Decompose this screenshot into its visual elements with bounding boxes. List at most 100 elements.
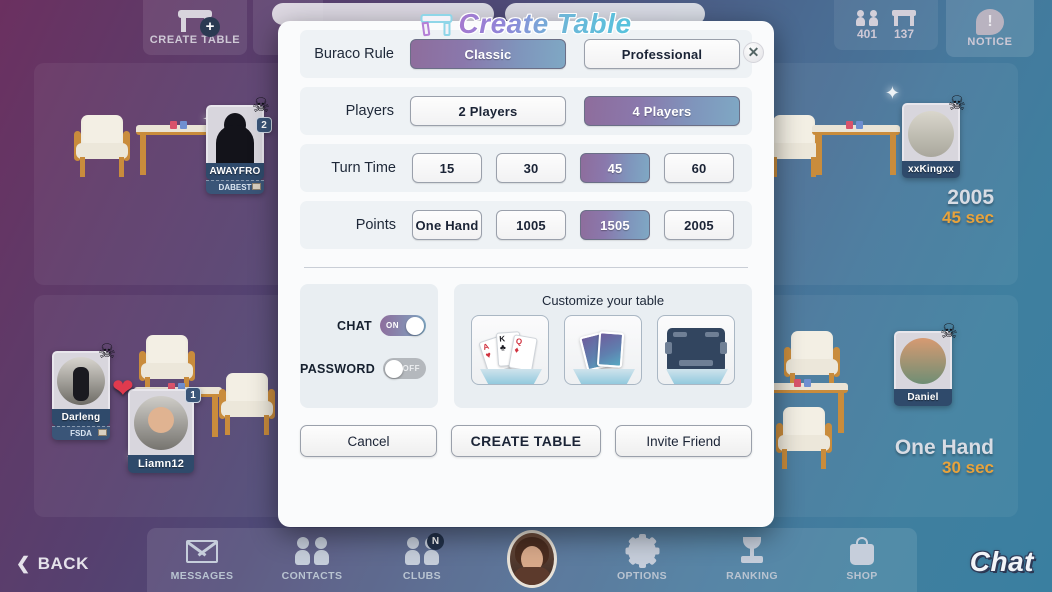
nav-tray: MESSAGES CONTACTS N CLUBS OPTIONS RANKIN… <box>147 528 917 592</box>
password-toggle[interactable]: OFF <box>383 358 426 379</box>
table-info: One Hand 30 sec <box>894 436 994 478</box>
chat-toggle[interactable]: ON <box>380 315 426 336</box>
player-card[interactable]: Liamn12 ❤ 1 <box>112 375 201 473</box>
card-faces-preview[interactable]: A ♥ K ♣ Q ♦ <box>471 315 549 398</box>
points-2005-button[interactable]: 2005 <box>664 210 734 240</box>
password-toggle-label: PASSWORD <box>300 361 376 376</box>
points-1505-button[interactable]: 1505 <box>580 210 650 240</box>
chat-button[interactable]: Chat <box>970 546 1034 578</box>
seat-count-badge: 1 <box>185 387 201 403</box>
chat-toggle-state: ON <box>386 321 399 330</box>
toggle-knob <box>406 316 424 335</box>
player-card[interactable]: Darleng FSDA ☠ <box>52 341 116 440</box>
clubs-new-badge: N <box>427 533 444 550</box>
players-4-button[interactable]: 4 Players <box>584 96 740 126</box>
option-label: Buraco Rule <box>314 46 394 62</box>
turn-time-45-button[interactable]: 45 <box>580 153 650 183</box>
table-icon <box>420 12 453 37</box>
option-label: Turn Time <box>331 160 396 176</box>
close-icon[interactable]: ✕ <box>743 42 764 63</box>
section-divider <box>304 267 748 268</box>
player-name: AWAYFRO <box>206 163 264 180</box>
chair <box>219 373 275 435</box>
chevron-left-icon: ❮ <box>16 554 31 573</box>
player-card[interactable]: AWAYFRO DABEST ☠ 2 <box>206 95 272 194</box>
toggle-panel: CHAT ON PASSWORD OFF <box>300 284 438 408</box>
notice-label: NOTICE <box>967 36 1013 48</box>
table-info: 2005 45 sec <box>942 186 994 228</box>
password-toggle-row: PASSWORD OFF <box>300 358 426 379</box>
avatar-icon <box>507 530 557 588</box>
heart-icon: ❤ <box>112 373 134 403</box>
shopping-bag-icon <box>850 537 874 565</box>
back-button[interactable]: ❮ BACK <box>16 554 89 574</box>
nav-item-ranking[interactable]: RANKING <box>704 536 800 582</box>
turn-time-15-button[interactable]: 15 <box>412 153 482 183</box>
club-name: DABEST <box>218 183 252 192</box>
table-points: One Hand <box>894 436 994 459</box>
tables-open-count: 137 <box>893 26 915 41</box>
table-icon <box>892 9 916 26</box>
toggle-knob <box>385 359 404 378</box>
player-club: FSDA <box>52 426 110 440</box>
nav-label: CLUBS <box>402 570 442 582</box>
nav-item-messages[interactable]: MESSAGES <box>154 536 250 582</box>
buraco-rule-classic-button[interactable]: Classic <box>410 39 566 69</box>
card-backs-preview[interactable] <box>564 315 642 398</box>
player-name: Darleng <box>52 409 110 426</box>
nav-item-contacts[interactable]: CONTACTS <box>264 536 360 582</box>
players-2-button[interactable]: 2 Players <box>410 96 566 126</box>
notice-bubble-icon: ! <box>976 9 1004 35</box>
player-card[interactable]: Daniel ☠ <box>894 321 958 406</box>
nav-item-options[interactable]: OPTIONS <box>594 534 690 582</box>
table-design-preview[interactable] <box>657 315 735 398</box>
player-card[interactable]: xxKingxx ☠ <box>902 93 966 178</box>
table-points: 2005 <box>947 186 994 209</box>
nav-item-shop[interactable]: SHOP <box>814 536 910 582</box>
skull-icon: ☠ <box>948 93 966 115</box>
table-time: 30 sec <box>942 458 994 478</box>
playing-card: Q ♦ <box>508 334 538 372</box>
cancel-button[interactable]: Cancel <box>300 425 437 457</box>
option-row-points: Points One Hand 1005 1505 2005 <box>300 201 752 249</box>
invite-friend-button[interactable]: Invite Friend <box>615 425 752 457</box>
nav-item-profile[interactable] <box>484 530 580 588</box>
create-table-button[interactable]: + CREATE TABLE <box>143 0 247 55</box>
points-1005-button[interactable]: 1005 <box>496 210 566 240</box>
lobby-stats: 401 137 <box>834 0 938 50</box>
nav-label: SHOP <box>846 570 878 582</box>
dialog-title: Create Table <box>420 8 631 40</box>
dialog-title-text: Create Table <box>458 8 632 39</box>
card-suit: ♥ <box>484 349 493 361</box>
game-table <box>812 115 900 177</box>
trophy-icon <box>739 537 765 565</box>
notice-button[interactable]: ! NOTICE <box>946 0 1034 57</box>
skull-icon: ☠ <box>252 95 270 117</box>
nav-label: CONTACTS <box>281 570 343 582</box>
envelope-icon <box>186 539 218 563</box>
turn-time-30-button[interactable]: 30 <box>496 153 566 183</box>
seat-count-badge: 2 <box>256 117 272 133</box>
option-label: Points <box>355 217 396 233</box>
turn-time-60-button[interactable]: 60 <box>664 153 734 183</box>
settings-section: CHAT ON PASSWORD OFF Customize your tabl… <box>300 284 752 408</box>
customize-title: Customize your table <box>541 293 665 308</box>
points-one-hand-button[interactable]: One Hand <box>412 210 482 240</box>
card-back <box>596 331 625 368</box>
player-name: Daniel <box>894 389 952 406</box>
player-club: DABEST <box>206 180 264 194</box>
create-table-button[interactable]: CREATE TABLE <box>451 425 601 457</box>
buraco-rule-professional-button[interactable]: Professional <box>584 39 740 69</box>
club-flag-icon <box>252 183 261 190</box>
table-time: 45 sec <box>942 208 994 228</box>
dialog-footer: Cancel CREATE TABLE Invite Friend <box>300 425 752 457</box>
option-label: Players <box>345 103 394 119</box>
nav-item-clubs[interactable]: N CLUBS <box>374 533 470 582</box>
nav-label: MESSAGES <box>170 570 234 582</box>
back-label: BACK <box>37 554 89 573</box>
customize-panel: Customize your table A ♥ K ♣ Q ♦ <box>454 284 752 408</box>
player-name: xxKingxx <box>902 161 960 178</box>
gear-icon <box>625 534 659 568</box>
card-suit: ♣ <box>499 342 507 353</box>
option-row-turn-time: Turn Time 15 30 45 60 <box>300 144 752 192</box>
